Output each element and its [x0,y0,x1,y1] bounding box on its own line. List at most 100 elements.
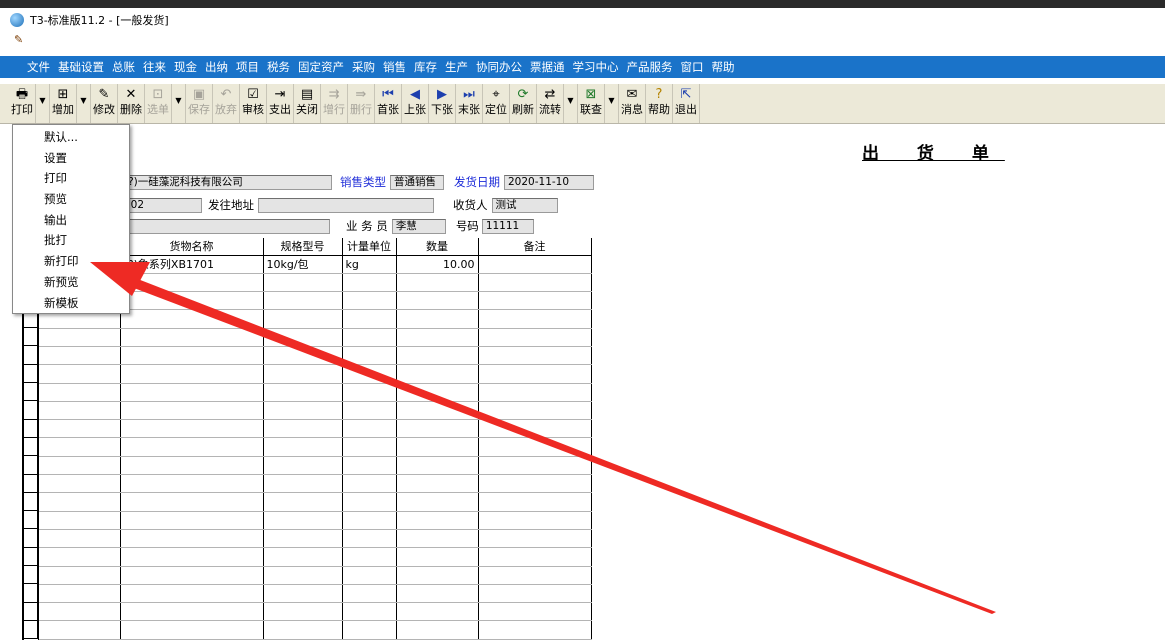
code-field[interactable]: 002 [120,197,202,213]
table-row[interactable] [39,492,592,512]
table-row[interactable] [39,620,592,640]
table-row[interactable] [39,328,592,347]
close-button[interactable]: ▤ 关闭 [294,84,321,123]
audit-button[interactable]: ☑ 审核 [240,84,267,123]
menu-learning-center[interactable]: 学习中心 [573,59,619,75]
print-menu-batch-print[interactable]: 批打 [13,230,129,251]
menu-project[interactable]: 项目 [236,59,259,75]
cell-quantity[interactable]: 10.00 [396,255,479,274]
table-row[interactable] [39,456,592,476]
print-button[interactable]: 🖶 打印 [9,84,36,123]
delete-x-icon: ✕ [125,87,137,102]
flow-dropdown-button[interactable]: ▼ [564,84,578,123]
print-menu-new-template[interactable]: 新模板 [13,293,129,314]
ship-date-field[interactable]: 2020-11-10 [504,174,594,190]
column-header-spec[interactable]: 规格型号 [263,238,343,256]
menu-receivables[interactable]: 往来 [143,59,166,75]
flow-button[interactable]: ⇄ 流转 [537,84,564,123]
print-dropdown-button[interactable]: ▼ [36,84,50,123]
title-bar: T3-标准版11.2 - [一般发货] [0,8,1165,31]
delete-row-button[interactable]: ⇛ 删行 [348,84,375,123]
menu-file[interactable]: 文件 [27,59,50,75]
column-header-goods-name[interactable]: 货物名称 [120,238,264,256]
payout-button[interactable]: ⇥ 支出 [267,84,294,123]
print-menu-settings[interactable]: 设置 [13,148,129,169]
number-field[interactable]: 11111 [481,218,534,234]
table-row[interactable] [39,529,592,549]
add-row-button[interactable]: ⇉ 增行 [321,84,348,123]
menu-collaboration[interactable]: 协同办公 [476,59,522,75]
menu-fixed-assets[interactable]: 固定资产 [298,59,344,75]
add-dropdown-button[interactable]: ▼ [77,84,91,123]
next-record-button[interactable]: ▶ 下张 [429,84,456,123]
ship-address-field[interactable] [258,197,434,213]
print-menu-print[interactable]: 打印 [13,168,129,189]
modify-button[interactable]: ✎ 修改 [91,84,118,123]
prev-record-button[interactable]: ◀ 上张 [402,84,429,123]
save-button[interactable]: ▣ 保存 [186,84,213,123]
menu-cashier[interactable]: 出纳 [205,59,228,75]
message-button[interactable]: ✉ 消息 [619,84,646,123]
last-record-button[interactable]: ⏭ 末张 [456,84,483,123]
customer-field[interactable]: (?)一硅藻泥科技有限公司 [120,174,332,190]
cell-unit[interactable]: kg [342,255,397,274]
column-header-unit[interactable]: 计量单位 [342,238,397,256]
table-row[interactable] [39,401,592,421]
discard-button[interactable]: ↶ 放弃 [213,84,240,123]
exit-button[interactable]: ⇱ 退出 [673,84,700,123]
table-row[interactable] [39,474,592,494]
chevron-down-icon: ▼ [175,96,182,105]
linked-query-button[interactable]: ⊠ 联查 [578,84,605,123]
column-header-quantity[interactable]: 数量 [396,238,479,256]
print-menu-default[interactable]: 默认... [13,127,129,148]
menu-basic-settings[interactable]: 基础设置 [58,59,104,75]
menu-bills[interactable]: 票据通 [530,59,565,75]
select-order-button[interactable]: ⊡ 选单 [145,84,172,123]
salesperson-label: 业 务 员 [346,219,388,233]
header-row-2: 002 发往地址 收货人 测试 [120,197,558,213]
print-menu-new-preview[interactable]: 新预览 [13,272,129,293]
select-dropdown-button[interactable]: ▼ [172,84,186,123]
menu-product-service[interactable]: 产品服务 [627,59,673,75]
salesperson-field[interactable]: 李慧 [391,218,446,234]
menu-help[interactable]: 帮助 [712,59,735,75]
table-row[interactable] [39,602,592,622]
menu-tax[interactable]: 税务 [267,59,290,75]
delete-button[interactable]: ✕ 删除 [118,84,145,123]
table-row[interactable] [39,547,592,567]
linked-dropdown-button[interactable]: ▼ [605,84,619,123]
menu-general-ledger[interactable]: 总账 [112,59,135,75]
locate-button[interactable]: ⌖ 定位 [483,84,510,123]
cell-goods-name[interactable]: (?)象系列XB1701 [120,255,264,274]
table-row[interactable] [39,419,592,439]
department-field[interactable] [120,218,330,234]
table-row[interactable] [39,511,592,530]
menu-inventory[interactable]: 库存 [414,59,437,75]
cell-remark[interactable] [478,255,592,274]
table-row[interactable] [39,364,592,384]
print-menu-new-print[interactable]: 新打印 [13,251,129,272]
cell-spec[interactable]: 10kg/包 [263,255,343,274]
table-row[interactable] [39,566,592,585]
linked-query-icon: ⊠ [585,87,597,102]
edit-icon: ✎ [98,87,110,102]
menu-cash[interactable]: 现金 [174,59,197,75]
menu-purchase[interactable]: 采购 [352,59,375,75]
add-button[interactable]: ⊞ 增加 [50,84,77,123]
print-menu-export[interactable]: 输出 [13,210,129,231]
sales-type-field[interactable]: 普通销售 [390,174,444,190]
receiver-field[interactable]: 测试 [491,197,558,213]
refresh-button[interactable]: ⟳ 刷新 [510,84,537,123]
menu-production[interactable]: 生产 [445,59,468,75]
help-button[interactable]: ? 帮助 [646,84,673,123]
column-header-remark[interactable]: 备注 [478,238,592,256]
print-menu-preview[interactable]: 预览 [13,189,129,210]
menu-window[interactable]: 窗口 [681,59,704,75]
menu-sales[interactable]: 销售 [383,59,406,75]
table-row[interactable] [39,437,592,457]
first-record-button[interactable]: ⏮ 首张 [375,84,402,123]
document-system-icon[interactable]: ✎ [14,34,26,46]
table-row[interactable] [39,346,592,366]
table-row[interactable] [39,383,592,402]
table-row[interactable] [39,584,592,604]
